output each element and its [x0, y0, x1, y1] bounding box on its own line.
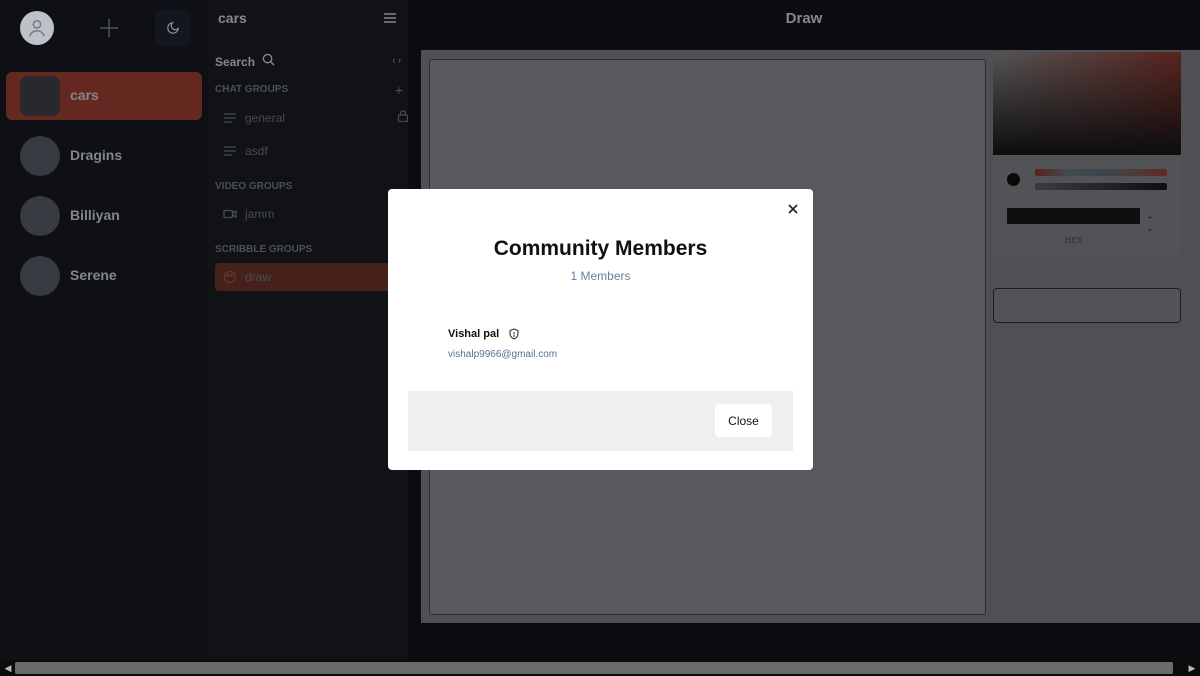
close-icon[interactable] — [787, 203, 799, 215]
member-count: 1 Members — [570, 269, 631, 283]
member-name: Vishal pal — [448, 327, 500, 340]
scroll-left-icon[interactable]: ◀ — [3, 663, 13, 673]
scrollbar-thumb[interactable] — [15, 662, 1173, 674]
member-item: Vishal pal vishalp9966@gmail.com — [448, 325, 748, 360]
member-email: vishalp9966@gmail.com — [448, 349, 558, 360]
horizontal-scrollbar[interactable]: ◀ ▶ — [0, 660, 1200, 676]
members-modal: Community Members 1 Members Vishal pal v… — [388, 189, 813, 470]
modal-footer: Close — [408, 391, 793, 451]
scroll-right-icon[interactable]: ▶ — [1187, 663, 1197, 673]
close-button[interactable]: Close — [715, 404, 772, 437]
shield-icon — [509, 328, 519, 340]
modal-title: Community Members — [493, 237, 708, 260]
